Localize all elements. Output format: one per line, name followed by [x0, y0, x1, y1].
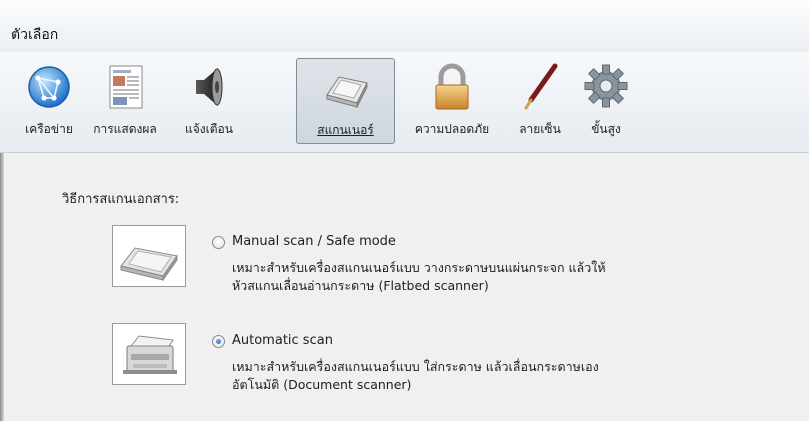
- tab-network[interactable]: เครือข่าย: [18, 58, 80, 144]
- tab-label: เครือข่าย: [25, 122, 73, 136]
- tab-label: แจ้งเตือน: [185, 122, 233, 136]
- automatic-scan-description-line1: เหมาะสำหรับเครื่องสแกนเนอร์แบบ ใส่กระดาษ…: [232, 359, 599, 374]
- scan-method-title: วิธีการสแกนเอกสาร:: [62, 192, 180, 207]
- manual-scan-radio[interactable]: [212, 236, 225, 249]
- tab-label: การแสดงผล: [93, 122, 157, 136]
- tab-label: ความปลอดภัย: [414, 122, 490, 136]
- tab-display[interactable]: การแสดงผล: [82, 58, 168, 144]
- speaker-icon: [196, 68, 223, 106]
- automatic-scan-radio[interactable]: [212, 335, 225, 348]
- tab-label: ลายเซ็น: [519, 122, 561, 136]
- display-document-icon: [109, 65, 143, 109]
- gear-icon: [584, 64, 628, 108]
- automatic-scan-description-line2: อัตโนมัติ (Document scanner): [232, 377, 412, 392]
- settings-toolbar: เครือข่าย การแสดงผล แจ้งเตือน สแกนเนอร์ …: [0, 52, 809, 153]
- tab-notifications[interactable]: แจ้งเตือน: [170, 58, 248, 144]
- pen-icon: [524, 63, 558, 110]
- padlock-icon: [435, 63, 469, 110]
- scanner-icon: [325, 76, 368, 108]
- tab-label: สแกนเนอร์: [317, 123, 374, 137]
- manual-scan-description-line2: หัวสแกนเลื่อนอ่านกระดาษ (Flatbed scanner…: [232, 278, 489, 293]
- tab-scanner[interactable]: สแกนเนอร์: [296, 58, 395, 144]
- flatbed-scanner-image: [112, 225, 186, 287]
- document-scanner-image: [112, 323, 186, 385]
- automatic-scan-label[interactable]: Automatic scan: [232, 333, 333, 348]
- manual-scan-description-line1: เหมาะสำหรับเครื่องสแกนเนอร์แบบ วางกระดาษ…: [232, 260, 606, 275]
- tab-advanced[interactable]: ขั้นสูง: [576, 58, 636, 144]
- network-globe-icon: [28, 66, 70, 108]
- scanner-settings-panel: วิธีการสแกนเอกสาร: Manual scan / Safe mo…: [0, 153, 809, 421]
- tab-signature[interactable]: ลายเซ็น: [508, 58, 572, 144]
- manual-scan-label[interactable]: Manual scan / Safe mode: [232, 234, 396, 249]
- window-edge: [0, 153, 4, 421]
- title-bar: ตัวเลือก: [0, 0, 809, 52]
- options-dialog: ตัวเลือก เครือข่าย การแสดงผล แจ้งเตือน ส…: [0, 0, 809, 421]
- tab-label: ขั้นสูง: [591, 122, 621, 136]
- window-title: ตัวเลือก: [11, 27, 59, 43]
- tab-security[interactable]: ความปลอดภัย: [400, 58, 504, 144]
